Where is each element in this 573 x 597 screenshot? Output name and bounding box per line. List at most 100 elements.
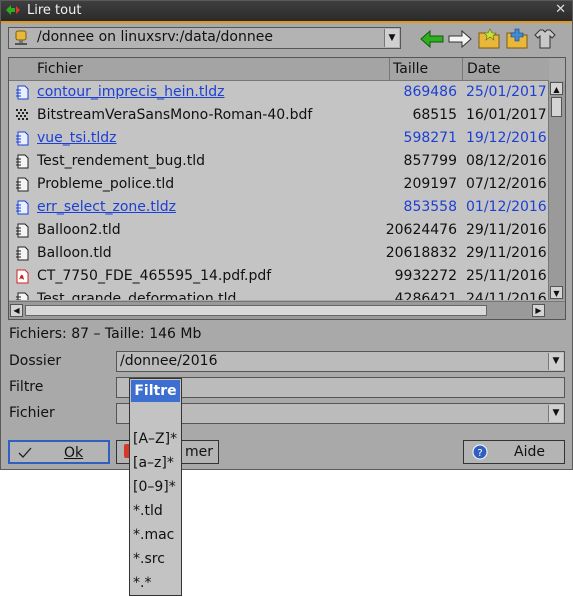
doc-icon bbox=[15, 200, 29, 215]
vertical-scroll-thumb[interactable] bbox=[551, 97, 562, 117]
path-combo[interactable]: /donnee on linuxsrv:/data/donnee ▼ bbox=[8, 27, 401, 49]
header-fichier[interactable]: Fichier bbox=[37, 61, 83, 77]
table-row[interactable]: err_select_zone.tldz 853558 01/12/2016 bbox=[9, 196, 549, 219]
filter-item-all[interactable]: *.* bbox=[133, 575, 151, 591]
file-name: contour_imprecis_hein.tldz bbox=[37, 84, 225, 100]
file-stats: Fichiers: 87 – Taille: 146 Mb bbox=[9, 326, 202, 342]
file-name: vue_tsi.tldz bbox=[37, 130, 117, 146]
table-row[interactable]: Test_grande_deformation.tld 4286421 24/11/… bbox=[9, 288, 549, 300]
list-rows: contour_imprecis_hein.tldz 869486 25/01/20… bbox=[9, 81, 549, 300]
file-date: 01/12/2016 bbox=[466, 199, 547, 215]
new-folder-icon[interactable] bbox=[477, 27, 501, 51]
filter-item-uppercase[interactable]: [A–Z]* bbox=[133, 431, 177, 447]
list-header: Fichier Taille Date bbox=[9, 58, 549, 81]
shirt-icon[interactable] bbox=[533, 27, 557, 51]
doc-icon bbox=[15, 131, 29, 146]
file-size: 4286421 bbox=[394, 291, 457, 300]
fichier-combo[interactable]: ▼ bbox=[116, 403, 565, 424]
file-size: 869486 bbox=[403, 84, 457, 100]
file-date: 19/12/2016 bbox=[466, 130, 547, 146]
filter-item-mac[interactable]: *.mac bbox=[133, 527, 174, 543]
table-row[interactable]: CT_7750_FDE_465595_14.pdf.pdf 9932272 25/1… bbox=[9, 265, 549, 288]
filter-item-digits[interactable]: [0–9]* bbox=[133, 479, 176, 495]
file-name: err_select_zone.tldz bbox=[37, 199, 176, 215]
file-date: 16/01/2017 bbox=[466, 107, 547, 123]
table-row[interactable]: contour_imprecis_hein.tldz 869486 25/01/20… bbox=[9, 81, 549, 104]
close-icon[interactable]: ✕ bbox=[555, 2, 566, 17]
scroll-right-icon[interactable]: ▶ bbox=[532, 304, 545, 317]
title-bar[interactable]: Lire tout ✕ bbox=[1, 1, 572, 23]
file-name: Balloon2.tld bbox=[37, 222, 121, 238]
table-row[interactable]: BitstreamVeraSansMono-Roman-40.bdf 68515 1… bbox=[9, 104, 549, 127]
help-label: Aide bbox=[514, 444, 545, 460]
page-icon bbox=[15, 177, 29, 192]
filter-item-tld[interactable]: *.tld bbox=[133, 503, 163, 519]
scroll-left-icon[interactable]: ◀ bbox=[10, 304, 23, 317]
file-date: 25/01/2017 bbox=[466, 84, 547, 100]
ok-label: Ok bbox=[64, 445, 84, 461]
chevron-down-icon[interactable]: ▼ bbox=[548, 405, 563, 422]
file-size: 853558 bbox=[403, 199, 457, 215]
vertical-scrollbar[interactable]: ▲ ▼ bbox=[548, 81, 565, 300]
forward-arrow-icon[interactable] bbox=[447, 27, 473, 51]
check-icon bbox=[18, 447, 32, 458]
file-name: Test_grande_deformation.tld bbox=[37, 291, 237, 300]
page-icon bbox=[15, 223, 29, 238]
file-size: 68515 bbox=[412, 107, 457, 123]
page-icon bbox=[15, 246, 29, 261]
network-folder-icon bbox=[15, 30, 27, 45]
help-button[interactable]: ? Aide bbox=[463, 440, 565, 464]
file-size: 857799 bbox=[403, 153, 457, 169]
fichier-label: Fichier bbox=[9, 405, 55, 421]
file-size: 20618832 bbox=[385, 245, 457, 261]
file-size: 209197 bbox=[403, 176, 457, 192]
app-logo-icon bbox=[6, 5, 20, 15]
dossier-combo[interactable]: /donnee/2016 ▼ bbox=[116, 351, 565, 372]
file-name: Test_rendement_bug.tld bbox=[37, 153, 205, 169]
file-date: 25/11/2016 bbox=[466, 268, 547, 284]
header-taille[interactable]: Taille bbox=[393, 61, 428, 77]
ok-button[interactable]: Ok bbox=[8, 440, 110, 464]
page-icon bbox=[15, 292, 29, 300]
chevron-down-icon[interactable]: ▼ bbox=[548, 353, 563, 370]
file-size: 20624476 bbox=[385, 222, 457, 238]
window-title: Lire tout bbox=[27, 3, 82, 18]
doc-icon bbox=[15, 85, 29, 100]
file-size: 9932272 bbox=[394, 268, 457, 284]
file-date: 29/11/2016 bbox=[466, 245, 547, 261]
font-grid-icon bbox=[15, 108, 29, 123]
cancel-label: mer bbox=[185, 444, 214, 460]
horizontal-scroll-thumb[interactable] bbox=[25, 305, 487, 316]
help-icon: ? bbox=[472, 444, 488, 460]
file-date: 29/11/2016 bbox=[466, 222, 547, 238]
scroll-down-icon[interactable]: ▼ bbox=[550, 286, 563, 299]
file-dialog-window: Lire tout ✕ /donnee on linuxsrv:/data/do… bbox=[0, 0, 573, 470]
table-row[interactable]: vue_tsi.tldz 598271 19/12/2016 bbox=[9, 127, 549, 150]
filter-item-lowercase[interactable]: [a–z]* bbox=[133, 455, 174, 471]
scroll-up-icon[interactable]: ▲ bbox=[550, 82, 563, 95]
table-row[interactable]: Probleme_police.tld 209197 07/12/2016 bbox=[9, 173, 549, 196]
file-name: BitstreamVeraSansMono-Roman-40.bdf bbox=[37, 107, 313, 123]
popup-title: Filtre bbox=[131, 380, 180, 402]
back-arrow-icon[interactable] bbox=[419, 27, 445, 51]
file-size: 598271 bbox=[403, 130, 457, 146]
filtre-input[interactable] bbox=[116, 377, 565, 398]
add-folder-icon[interactable] bbox=[505, 27, 529, 51]
filter-popup-menu: Filtre [A–Z]* [a–z]* [0–9]* *.tld *.mac … bbox=[129, 378, 182, 596]
file-name: CT_7750_FDE_465595_14.pdf.pdf bbox=[37, 268, 272, 284]
pdf-icon bbox=[15, 269, 29, 284]
table-row[interactable]: Balloon.tld 20618832 29/11/2016 bbox=[9, 242, 549, 265]
filter-item-src[interactable]: *.src bbox=[133, 551, 165, 567]
page-icon bbox=[15, 154, 29, 169]
chevron-down-icon[interactable]: ▼ bbox=[384, 29, 399, 47]
file-name: Balloon.tld bbox=[37, 245, 112, 261]
file-date: 24/11/2016 bbox=[466, 291, 547, 300]
file-list[interactable]: Fichier Taille Date contour_imprecis_hei… bbox=[8, 57, 566, 320]
header-date[interactable]: Date bbox=[467, 61, 500, 77]
horizontal-scrollbar[interactable]: ◀ ▶ bbox=[9, 301, 565, 319]
dossier-value: /donnee/2016 bbox=[120, 353, 218, 369]
table-row[interactable]: Test_rendement_bug.tld 857799 08/12/2016 bbox=[9, 150, 549, 173]
dossier-label: Dossier bbox=[9, 353, 62, 369]
path-value: /donnee on linuxsrv:/data/donnee bbox=[37, 29, 273, 45]
table-row[interactable]: Balloon2.tld 20624476 29/11/2016 bbox=[9, 219, 549, 242]
